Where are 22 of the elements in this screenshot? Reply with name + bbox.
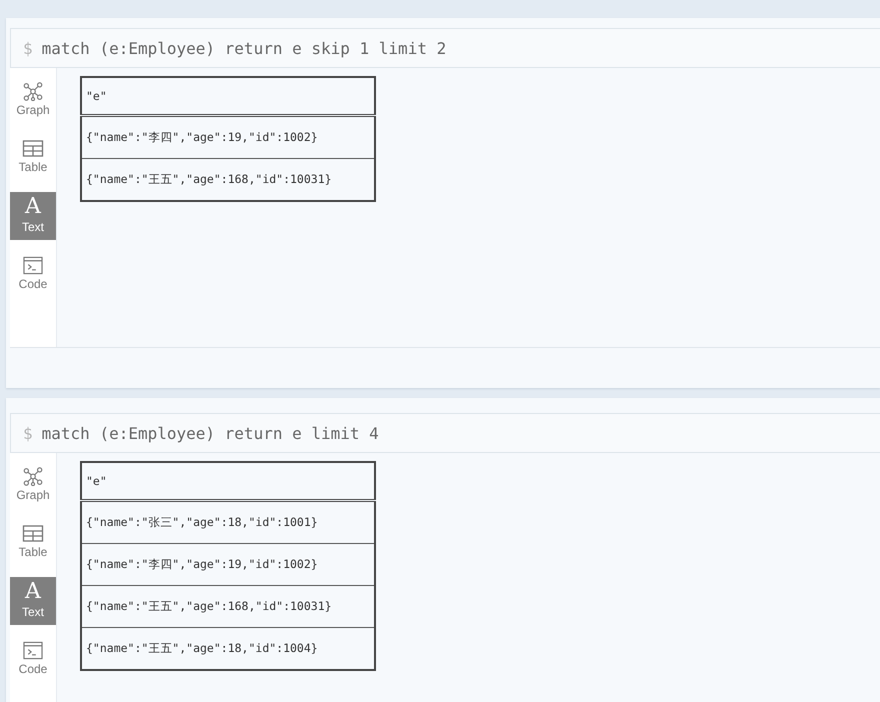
- graph-icon: [22, 82, 44, 101]
- terminal-icon: [22, 641, 44, 660]
- view-tab[interactable]: Graph: [10, 463, 56, 508]
- letter-icon: A: [25, 196, 41, 218]
- query-text: match (e:Employee) return e limit 4: [42, 424, 379, 442]
- graph-icon: [22, 467, 44, 486]
- prompt-sign: $: [23, 424, 33, 442]
- view-tab[interactable]: A Text: [10, 192, 56, 240]
- view-tab[interactable]: Table: [10, 520, 56, 565]
- view-tab[interactable]: Table: [10, 135, 56, 180]
- view-tab[interactable]: Code: [10, 252, 56, 297]
- query-bar[interactable]: $ match (e:Employee) return e skip 1 limit 2: [10, 28, 880, 68]
- table-icon: [22, 139, 44, 158]
- view-tab[interactable]: Graph: [10, 78, 56, 123]
- view-tab[interactable]: A Text: [10, 577, 56, 625]
- prompt-sign: $: [23, 38, 33, 58]
- terminal-icon: [22, 256, 44, 275]
- letter-icon: A: [25, 581, 41, 603]
- table-icon: [22, 524, 44, 543]
- view-tab[interactable]: Code: [10, 637, 56, 682]
- query-bar[interactable]: $ match (e:Employee) return e limit 4: [10, 413, 880, 453]
- query-text: match (e:Employee) return e skip 1 limit 2: [42, 38, 446, 58]
